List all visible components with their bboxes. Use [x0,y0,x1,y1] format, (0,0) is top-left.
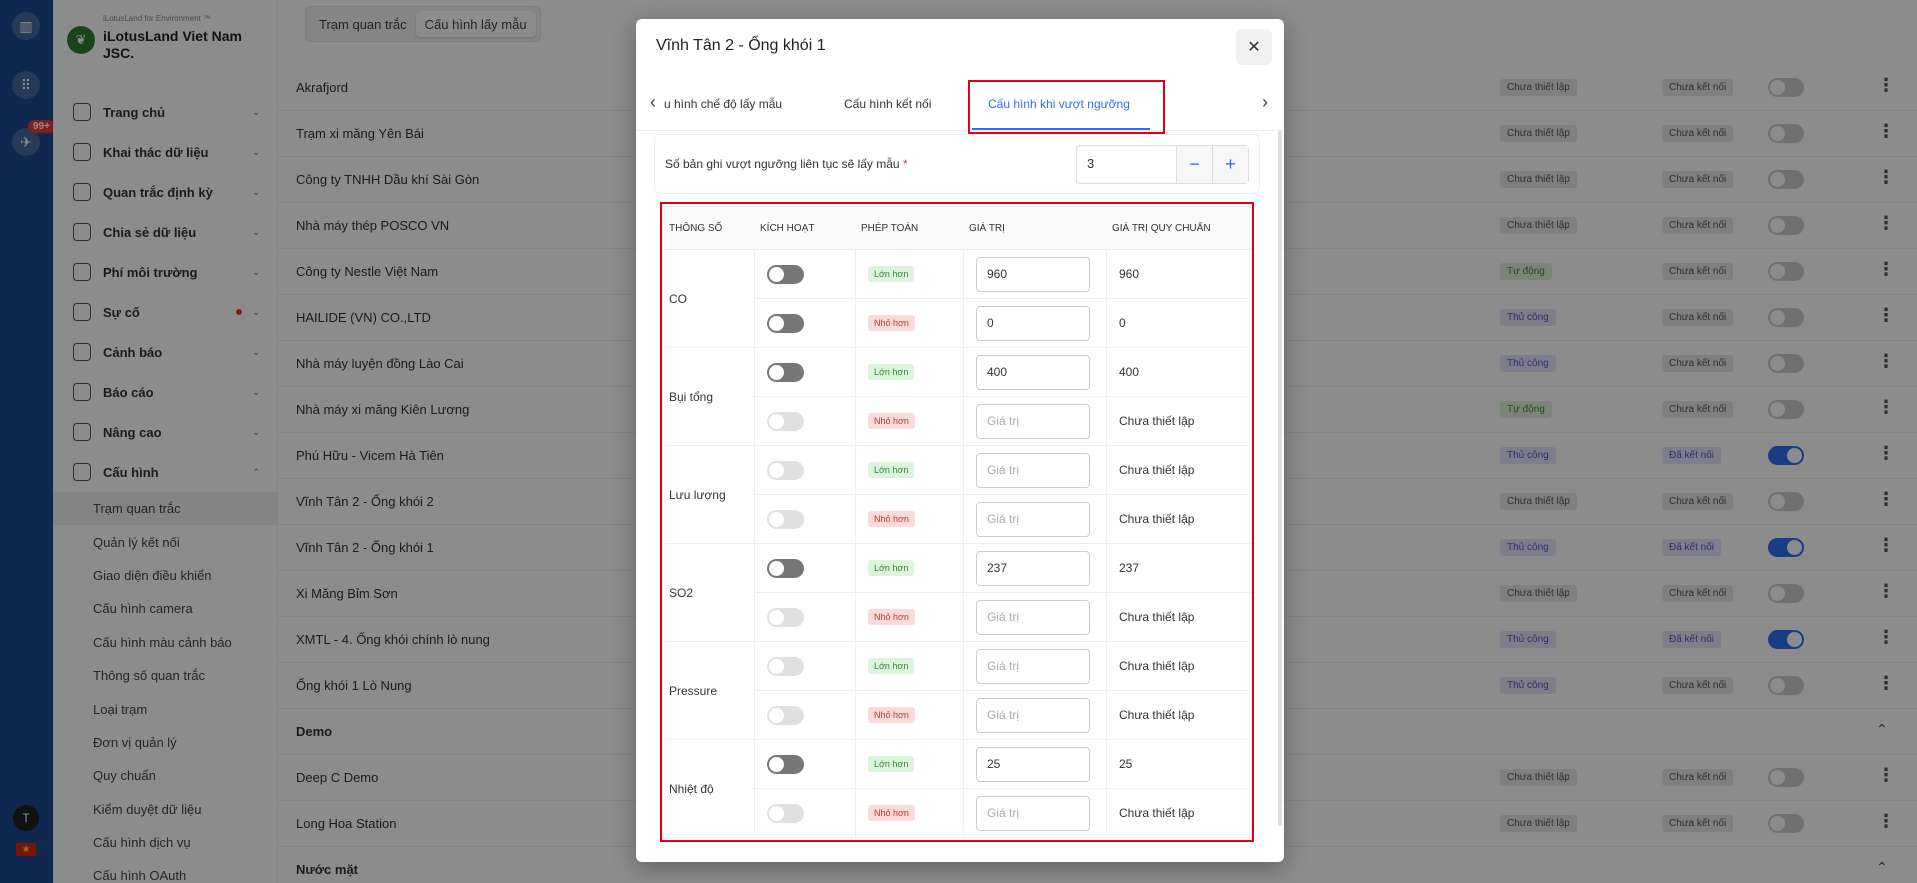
decrement-button[interactable]: − [1176,146,1212,183]
threshold-count-input[interactable]: 3 [1077,146,1176,183]
increment-button[interactable]: + [1212,146,1248,183]
modal-scrollbar[interactable] [1278,131,1282,826]
threshold-count-stepper: 3 − + [1076,145,1249,184]
close-icon[interactable]: ✕ [1236,29,1272,65]
station-config-modal: Vĩnh Tân 2 - Ống khói 1 ✕ ‹ u hình chế đ… [636,19,1284,862]
modal-tabs: ‹ u hình chế độ lấy mẫu Cấu hình kết nối… [636,77,1284,131]
highlight-box-table [660,202,1254,842]
modal-title: Vĩnh Tân 2 - Ống khói 1 [656,37,826,54]
required-mark: * [902,157,908,171]
tab-scroll-left-icon[interactable]: ‹ [650,92,656,113]
tab-sampling-mode[interactable]: u hình chế độ lấy mẫu [664,97,782,111]
highlight-box-tab [968,80,1165,134]
tab-connection[interactable]: Cấu hình kết nối [844,97,931,111]
threshold-count-label: Số bản ghi vượt ngưỡng liên tục sẽ lấy m… [665,157,908,171]
tab-scroll-right-icon[interactable]: › [1262,92,1268,113]
threshold-count-field: Số bản ghi vượt ngưỡng liên tục sẽ lấy m… [654,134,1260,194]
